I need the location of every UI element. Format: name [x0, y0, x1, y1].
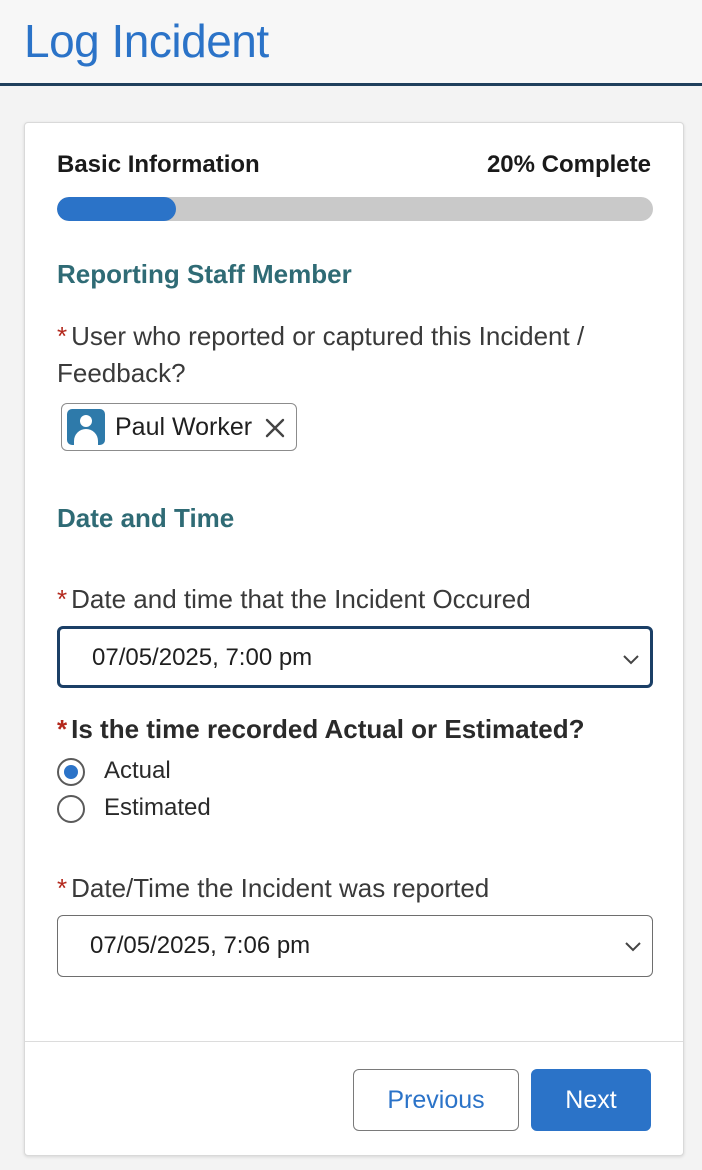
required-marker: * — [57, 584, 68, 614]
reported-label: * Date/Time the Incident was reported — [57, 870, 657, 907]
occurred-datetime-value: 07/05/2025, 7:00 pm — [92, 644, 313, 671]
reported-label-text: Date/Time the Incident was reported — [71, 873, 490, 903]
occurred-datetime-select[interactable]: 07/05/2025, 7:00 pm — [57, 626, 653, 688]
previous-button[interactable]: Previous — [353, 1069, 519, 1131]
chevron-down-icon — [623, 655, 639, 665]
reporter-user-name: Paul Worker — [115, 413, 253, 441]
occurred-label: * Date and time that the Incident Occured — [57, 581, 657, 618]
occurred-label-text: Date and time that the Incident Occured — [71, 584, 531, 614]
section-heading-datetime: Date and Time — [57, 503, 235, 533]
step-name: Basic Information — [57, 151, 260, 178]
required-marker: * — [57, 873, 68, 903]
required-marker: * — [57, 714, 68, 744]
radio-actual-label: Actual — [104, 757, 171, 784]
next-button[interactable]: Next — [531, 1069, 651, 1131]
reported-datetime-value: 07/05/2025, 7:06 pm — [90, 932, 311, 959]
progress-bar-fill — [57, 197, 177, 221]
radio-actual[interactable]: Actual — [57, 757, 277, 791]
radio-estimated-label: Estimated — [104, 794, 211, 821]
incident-form-card: Basic Information 20% Complete Reporting… — [24, 122, 684, 1156]
section-heading-reporting: Reporting Staff Member — [57, 259, 352, 289]
radio-actual-circle[interactable] — [57, 758, 85, 786]
required-marker: * — [57, 321, 68, 351]
app-header: Log Incident — [0, 0, 702, 86]
progress-percent-text: 20% Complete — [486, 151, 651, 178]
progress-bar — [57, 197, 653, 221]
time-type-label-text: Is the time recorded Actual or Estimated… — [71, 714, 585, 744]
time-type-label: * Is the time recorded Actual or Estimate… — [57, 711, 657, 748]
reporter-label: * User who reported or captured this Inci… — [57, 318, 657, 392]
page-title: Log Incident — [24, 15, 269, 67]
chevron-down-icon — [625, 942, 641, 952]
footer-divider — [25, 1041, 683, 1042]
user-avatar-icon — [67, 409, 105, 445]
radio-estimated[interactable]: Estimated — [57, 794, 277, 828]
reporter-user-pill[interactable]: Paul Worker — [61, 403, 297, 451]
reporter-label-text: User who reported or captured this Incid… — [57, 321, 585, 388]
radio-estimated-circle[interactable] — [57, 795, 85, 823]
close-icon[interactable] — [264, 417, 286, 439]
reported-datetime-select[interactable]: 07/05/2025, 7:06 pm — [57, 915, 653, 977]
